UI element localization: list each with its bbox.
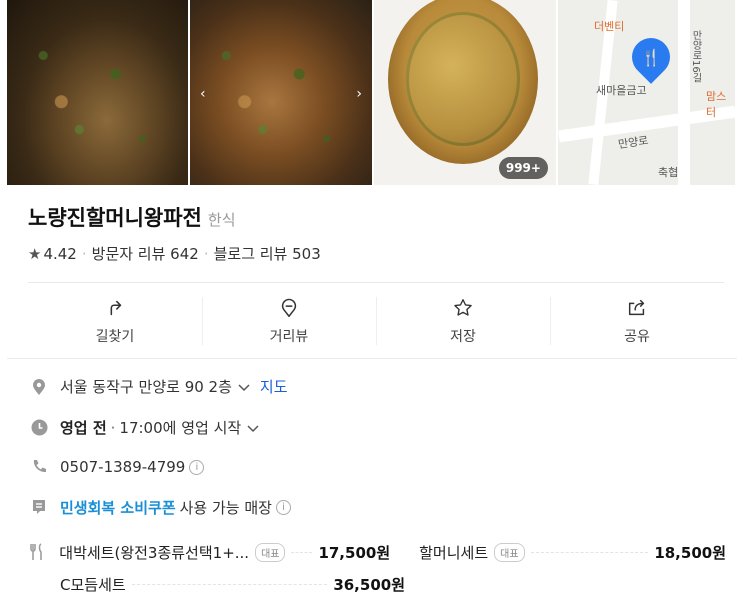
menu-item-price: 36,500원 (333, 575, 405, 594)
share-icon (628, 299, 645, 315)
leader-line (131, 583, 328, 585)
info-icon[interactable]: i (189, 459, 205, 475)
map-thumbnail[interactable]: 더벤티 만양로16길 새마을금고 맘스터 만양로 축협 🍴 (557, 0, 735, 185)
menu-item-price: 17,500원 (318, 543, 391, 562)
location-pin-icon (30, 378, 48, 396)
blog-reviews-link[interactable]: 블로그 리뷰 503 (214, 243, 321, 264)
coupon-row: 민생회복 소비쿠폰 사용 가능 매장 i (30, 497, 291, 518)
section-divider (7, 358, 737, 359)
food-photo-2[interactable]: ‹ › (190, 0, 372, 185)
directions-button[interactable]: 길찾기 (28, 283, 202, 359)
action-bar: 길찾기 거리뷰 저장 공유 (28, 282, 724, 359)
place-name: 노량진할머니왕파전 (28, 206, 202, 230)
map-link[interactable]: 지도 (260, 376, 288, 397)
map-place-label: 축협 (657, 166, 679, 179)
share-button[interactable]: 공유 (550, 283, 724, 359)
hours-row: 영업 전 · 17:00에 영업 시작 (30, 417, 259, 438)
coupon-text: 사용 가능 매장 (179, 499, 272, 517)
streetview-label: 거리뷰 (269, 328, 309, 345)
map-place-label: 맘스터 (705, 90, 727, 119)
business-status: 영업 전 (60, 419, 107, 437)
share-label: 공유 (624, 328, 650, 345)
separator: · (203, 244, 209, 263)
separator: · (81, 244, 87, 263)
menu-item[interactable]: 대박세트(왕전3종류선택1+... 대표 17,500원 (59, 542, 390, 563)
menu-item-name: 할머니세트 (419, 543, 489, 562)
menu-item-badge: 대표 (494, 542, 525, 562)
phone-number[interactable]: 0507-1389-4799 (60, 458, 185, 476)
menu-row: 대박세트(왕전3종류선택1+... 대표 17,500원 할머니세트 대표 18… (30, 536, 726, 568)
map-place-label: 새마을금고 (595, 84, 647, 97)
map-road-label: 만양로 (617, 133, 650, 152)
menu-item-badge: 대표 (255, 542, 286, 562)
info-icon[interactable]: i (275, 500, 291, 515)
address-text: 서울 동작구 만양로 90 2층 (60, 378, 232, 396)
coupon-name: 민생회복 소비쿠폰 (60, 499, 176, 517)
save-label: 저장 (450, 328, 476, 345)
chevron-down-icon[interactable] (238, 378, 250, 396)
map-road (677, 0, 690, 185)
food-photo-3[interactable]: 999+ (373, 0, 556, 185)
place-header: 노량진할머니왕파전 한식 (28, 202, 236, 232)
photo-texture (190, 0, 372, 185)
menu-item[interactable]: 할머니세트 대표 18,500원 (419, 542, 726, 563)
restaurant-icon: 🍴 (641, 47, 661, 67)
clock-icon (30, 419, 48, 437)
place-category: 한식 (207, 211, 236, 229)
separator: · (110, 418, 116, 437)
streetview-button[interactable]: 거리뷰 (202, 283, 376, 359)
menu-section: 대박세트(왕전3종류선택1+... 대표 17,500원 할머니세트 대표 18… (30, 536, 726, 600)
phone-row: 0507-1389-4799 i (30, 458, 205, 476)
photo-count-badge: 999+ (498, 157, 548, 179)
menu-item-name: C모듬세트 (60, 575, 126, 594)
photo-gallery[interactable]: ‹ › 999+ 더벤티 만양로16길 새마을금고 맘스터 만양로 축협 🍴 (7, 0, 737, 185)
save-button[interactable]: 저장 (376, 283, 550, 359)
menu-item[interactable]: C모듬세트 36,500원 (60, 574, 405, 595)
directions-icon (110, 300, 122, 315)
pizza-board (387, 0, 538, 164)
star-icon: ★ (28, 244, 42, 263)
phone-icon (30, 458, 48, 476)
chevron-down-icon[interactable] (247, 419, 259, 437)
photo-texture (7, 0, 188, 185)
rating-value: 4.42 (43, 244, 77, 263)
directions-label: 길찾기 (95, 328, 135, 345)
leader-line (530, 551, 649, 553)
business-hours: 17:00에 영업 시작 (119, 419, 242, 437)
chevron-left-icon[interactable]: ‹ (200, 86, 206, 102)
map-road-label: 만양로16길 (689, 30, 701, 83)
map-place-label: 더벤티 (593, 20, 625, 33)
food-photo-1[interactable] (7, 0, 188, 185)
review-stats: ★ 4.42 · 방문자 리뷰 642 · 블로그 리뷰 503 (28, 243, 321, 264)
address-row: 서울 동작구 만양로 90 2층 지도 (30, 376, 288, 397)
chevron-right-icon[interactable]: › (356, 86, 362, 102)
menu-row: C모듬세트 36,500원 (30, 568, 726, 600)
utensils-icon (30, 543, 47, 561)
leader-line (291, 551, 313, 553)
streetview-icon (281, 298, 297, 317)
menu-item-price: 18,500원 (654, 543, 726, 562)
coupon-icon (30, 499, 48, 517)
menu-item-name: 대박세트(왕전3종류선택1+... (59, 543, 250, 562)
star-icon (454, 298, 472, 316)
visitor-reviews-link[interactable]: 방문자 리뷰 642 (92, 243, 199, 264)
